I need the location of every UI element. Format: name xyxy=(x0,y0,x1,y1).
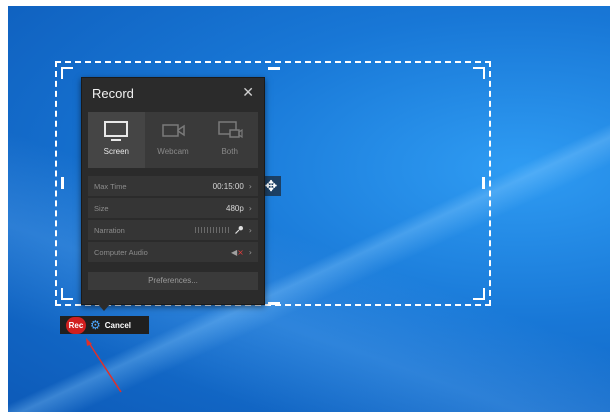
annotation-arrow xyxy=(86,338,122,393)
